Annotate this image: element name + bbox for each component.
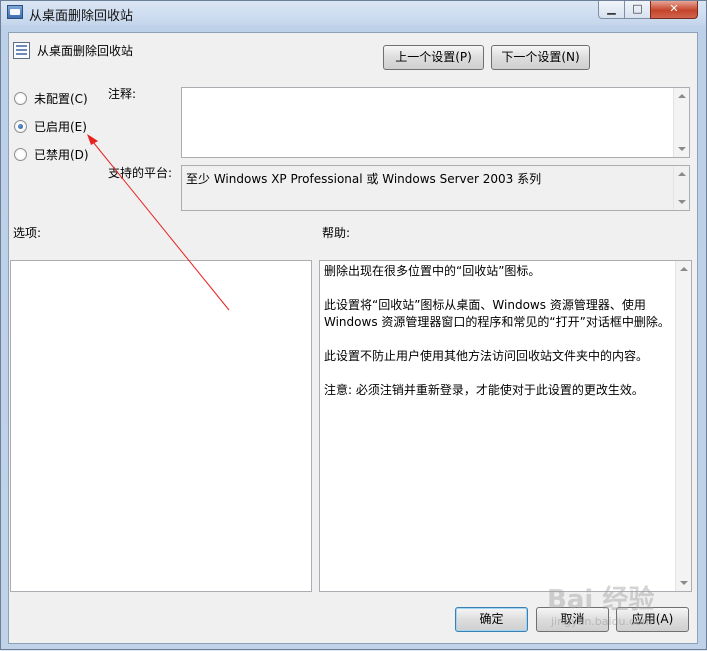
disabled-radio[interactable]	[14, 148, 27, 161]
platform-scrollbar[interactable]	[673, 166, 689, 210]
help-paragraph: 此设置将“回收站”图标从桌面、Windows 资源管理器、使用 Windows …	[324, 298, 670, 329]
help-label: 帮助:	[322, 226, 351, 240]
policy-setting-icon	[13, 42, 30, 59]
options-panel	[10, 260, 312, 592]
platform-value: 至少 Windows XP Professional 或 Windows Ser…	[186, 172, 542, 186]
comment-scrollbar[interactable]	[673, 88, 689, 157]
options-label: 选项:	[13, 226, 42, 240]
dialog-client-area: 从桌面删除回收站 上一个设置(P) 下一个设置(N) 未配置(C) 已启用(E)…	[8, 32, 698, 644]
help-paragraph: 此设置不防止用户使用其他方法访问回收站文件夹中的内容。	[324, 349, 649, 363]
help-paragraph: 注意: 必须注销并重新登录，才能使对于此设置的更改生效。	[324, 383, 644, 397]
baidu-watermark: Bai 经验	[547, 585, 655, 615]
help-paragraph: 删除出现在很多位置中的“回收站”图标。	[324, 264, 541, 278]
platform-label: 支持的平台:	[108, 166, 173, 180]
group-policy-icon	[7, 5, 23, 19]
policy-dialog-window: 从桌面删除回收站 ▁ □ ✕ 从桌面删除回收站 上一个设置(P) 下一个设置(N…	[0, 0, 707, 650]
comment-label: 注释:	[108, 87, 137, 101]
ok-button[interactable]: 确定	[455, 607, 528, 632]
policy-title: 从桌面删除回收站	[37, 44, 134, 58]
scroll-down-icon[interactable]	[678, 147, 686, 151]
not-configured-label[interactable]: 未配置(C)	[34, 90, 88, 107]
platform-field: 至少 Windows XP Professional 或 Windows Ser…	[181, 165, 690, 211]
help-scrollbar[interactable]	[675, 261, 691, 591]
close-button[interactable]: ✕	[650, 1, 698, 19]
help-panel: 删除出现在很多位置中的“回收站”图标。 此设置将“回收站”图标从桌面、Windo…	[319, 260, 692, 592]
scroll-up-icon[interactable]	[678, 172, 686, 176]
not-configured-radio[interactable]	[14, 92, 27, 105]
comment-field[interactable]	[181, 87, 690, 158]
maximize-button[interactable]: □	[624, 1, 651, 19]
previous-setting-button[interactable]: 上一个设置(P)	[383, 45, 484, 70]
window-title: 从桌面删除回收站	[29, 9, 134, 24]
scroll-up-icon[interactable]	[678, 94, 686, 98]
enabled-label[interactable]: 已启用(E)	[34, 118, 87, 135]
watermark-url: jingyan.baidu.com	[551, 615, 653, 628]
minimize-button[interactable]: ▁	[598, 1, 625, 19]
scroll-down-icon[interactable]	[678, 200, 686, 204]
next-setting-button[interactable]: 下一个设置(N)	[491, 45, 590, 70]
title-bar[interactable]: 从桌面删除回收站 ▁ □ ✕	[1, 1, 706, 25]
enabled-radio[interactable]	[14, 120, 27, 133]
help-text: 删除出现在很多位置中的“回收站”图标。 此设置将“回收站”图标从桌面、Windo…	[324, 263, 671, 416]
disabled-label[interactable]: 已禁用(D)	[34, 146, 89, 163]
scroll-down-icon[interactable]	[680, 581, 688, 585]
scroll-up-icon[interactable]	[680, 267, 688, 271]
